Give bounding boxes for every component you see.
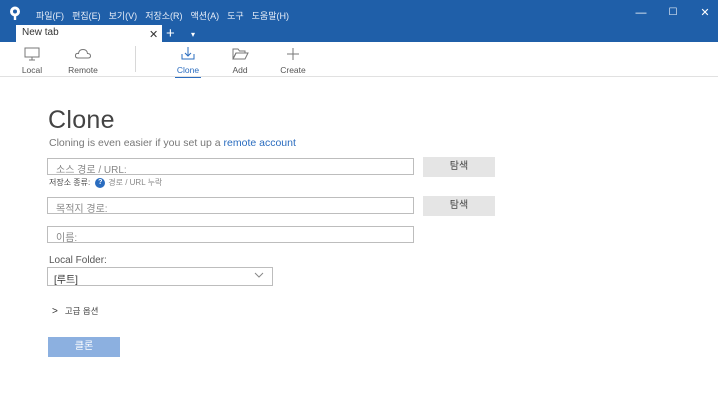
remote-label: Remote [68,65,98,75]
monitor-icon [24,47,40,61]
repo-type-value: 경로 / URL 누락 [108,178,163,187]
minimize-button[interactable]: — [633,6,649,20]
local-label: Local [21,65,43,75]
local-folder-select[interactable]: [루트] [47,267,273,286]
menu-bar: 파일(F) 편집(E) 보기(V) 저장소(R) 액션(A) 도구 도움말(H) [36,9,289,22]
page-title: Clone [48,106,115,134]
browse-destination-button[interactable]: 탐색 [423,196,495,216]
new-tab-plus-icon[interactable]: + [166,26,175,41]
menu-view[interactable]: 보기(V) [109,9,138,22]
remote-account-link[interactable]: remote account [224,137,296,149]
local-folder-label: Local Folder: [49,255,107,266]
subtitle: Cloning is even easier if you set up a r… [49,137,296,149]
name-input[interactable]: 이름: [47,226,414,244]
add-toolbar-label: Add [232,65,248,75]
tab-close-icon[interactable]: ✕ [149,29,158,41]
download-icon [181,47,195,60]
clone-toolbar-label: Clone [176,65,200,75]
plus-icon [287,48,299,60]
tab-dropdown-icon[interactable]: ▾ [191,30,195,39]
advanced-options-label: 고급 옵션 [64,306,99,316]
browse-source-button[interactable]: 탐색 [423,157,495,177]
repo-type-label: 저장소 종류: [49,178,91,187]
menu-file[interactable]: 파일(F) [36,9,64,22]
menu-tools[interactable]: 도구 [227,9,244,22]
add-toolbar-button[interactable]: Add [220,46,260,76]
tab-strip: New tab [0,25,718,42]
advanced-options-toggle[interactable]: > 고급 옵션 [52,305,99,317]
menu-help[interactable]: 도움말(H) [252,9,289,22]
chevron-right-icon: > [52,305,58,317]
create-toolbar-label: Create [280,65,306,75]
cloud-icon [74,48,92,59]
local-folder-value: [루트] [54,275,78,286]
destination-path-input[interactable]: 목적지 경로: [47,197,414,215]
toolbar: Local Remote Clone Add Create [0,42,718,78]
chevron-down-icon [254,271,264,281]
close-window-button[interactable]: ✕ [697,6,713,20]
menu-actions[interactable]: 액션(A) [191,9,220,22]
local-button[interactable]: Local [12,46,52,76]
folder-open-icon [232,48,249,60]
sourcetree-logo-icon [10,6,20,20]
menu-repository[interactable]: 저장소(R) [145,9,182,22]
clone-button[interactable]: 클론 [48,337,120,357]
subtitle-text: Cloning is even easier if you set up a [49,137,224,149]
tab-label: New tab [22,27,59,38]
menu-edit[interactable]: 편집(E) [72,9,101,22]
title-bar: 파일(F) 편집(E) 보기(V) 저장소(R) 액션(A) 도구 도움말(H)… [0,0,718,28]
create-toolbar-button[interactable]: Create [273,46,313,76]
source-url-input[interactable]: 소스 경로 / URL: [47,158,414,176]
toolbar-separator [135,46,136,72]
help-icon[interactable]: ? [95,177,106,188]
maximize-button[interactable]: ☐ [665,6,681,20]
repo-type-row: 저장소 종류: ? 경로 / URL 누락 [49,177,162,188]
tab-new-tab[interactable]: New tab [16,25,162,42]
remote-button[interactable]: Remote [63,46,103,76]
clone-toolbar-button[interactable]: Clone [168,46,208,78]
